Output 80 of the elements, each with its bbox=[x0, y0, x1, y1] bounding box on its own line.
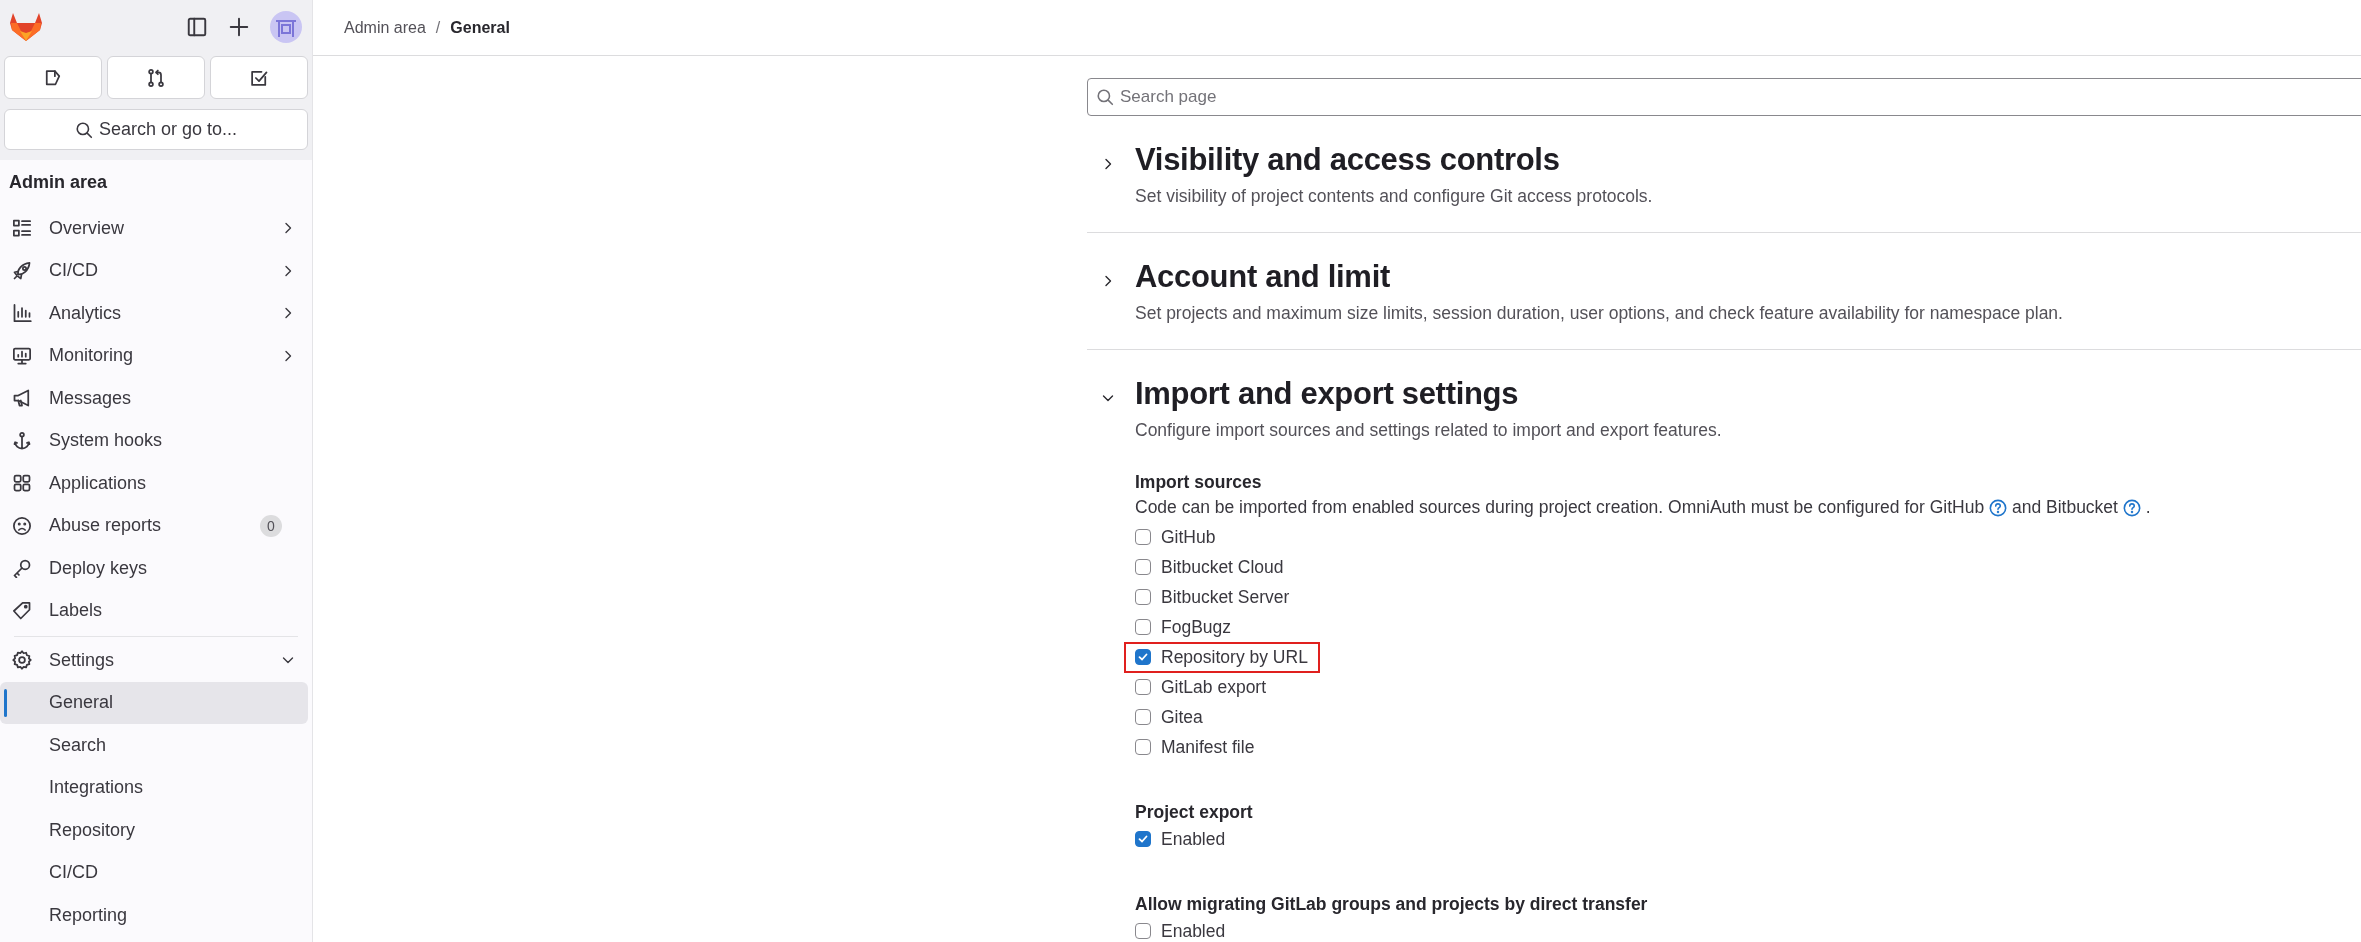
checkbox-label[interactable]: Bitbucket Cloud bbox=[1161, 556, 1284, 578]
nav-item[interactable]: Monitoring bbox=[0, 334, 312, 377]
merge-request-icon bbox=[146, 67, 166, 88]
checkbox[interactable] bbox=[1135, 923, 1151, 939]
checkbox[interactable] bbox=[1135, 709, 1151, 725]
group-title: Import sources bbox=[1135, 471, 1263, 494]
nav-item[interactable]: Search bbox=[0, 724, 308, 767]
nav-item[interactable]: Analytics bbox=[0, 292, 312, 335]
checkbox[interactable] bbox=[1135, 529, 1151, 545]
grid-list-icon bbox=[12, 218, 32, 239]
search-icon bbox=[1096, 88, 1114, 106]
nav-item[interactable]: CI/CD bbox=[0, 249, 312, 292]
section-title: Account and limit bbox=[1135, 258, 1391, 296]
nav-item[interactable]: Applications bbox=[0, 462, 312, 505]
gear-icon bbox=[12, 650, 32, 671]
rocket-icon bbox=[12, 260, 32, 281]
search-icon bbox=[74, 120, 93, 139]
checkbox-label[interactable]: Enabled bbox=[1161, 828, 1226, 850]
nav-item[interactable]: Integrations bbox=[0, 766, 308, 809]
checkbox-label[interactable]: GitHub bbox=[1161, 526, 1216, 548]
nav-item[interactable]: Messages bbox=[0, 377, 312, 420]
merge-requests-button[interactable] bbox=[107, 56, 205, 99]
checkbox[interactable] bbox=[1135, 619, 1151, 635]
nav-item[interactable]: Repository bbox=[0, 809, 308, 852]
count-badge: 0 bbox=[260, 514, 282, 537]
sidebar-toggle-icon bbox=[186, 16, 208, 38]
checkbox[interactable] bbox=[1135, 739, 1151, 755]
group-title: Project export bbox=[1135, 801, 1254, 824]
breadcrumb-separator: / bbox=[435, 18, 441, 37]
nav-item[interactable]: Labels bbox=[0, 589, 312, 632]
issues-button[interactable] bbox=[4, 56, 102, 99]
todo-button[interactable] bbox=[210, 56, 308, 99]
breadcrumb-link[interactable]: General bbox=[450, 18, 510, 37]
checkbox[interactable] bbox=[1135, 649, 1151, 665]
checkbox-label[interactable]: Gitea bbox=[1161, 706, 1203, 728]
apps-grid-icon bbox=[12, 473, 32, 494]
sidebar-title: Admin area bbox=[8, 171, 109, 194]
search-field[interactable]: Search page bbox=[1087, 78, 2361, 116]
nav-item[interactable]: Settings bbox=[0, 639, 312, 682]
nav-item[interactable]: Overview bbox=[0, 207, 312, 250]
group-description: Code can be imported from enabled sources during project creation. OmniAuth must be configured for GitHub and Bitbucket . bbox=[1135, 496, 2152, 519]
section-title: Import and export settings bbox=[1135, 375, 1520, 413]
checkbox-label[interactable]: Enabled bbox=[1161, 920, 1226, 942]
nav-item[interactable]: Abuse reports 0 bbox=[0, 504, 312, 547]
nav-item[interactable]: CI/CD bbox=[0, 851, 308, 894]
check-icon bbox=[1137, 833, 1149, 845]
checkbox[interactable] bbox=[1135, 559, 1151, 575]
nav-item[interactable]: System hooks bbox=[0, 419, 312, 462]
checkbox-label[interactable]: Repository by URL bbox=[1161, 646, 1308, 668]
help-icon[interactable] bbox=[2122, 499, 2141, 517]
nav-item[interactable]: General bbox=[0, 681, 308, 724]
search-button[interactable]: Search or go to... bbox=[4, 109, 308, 150]
tag-icon bbox=[12, 600, 32, 621]
key-icon bbox=[12, 558, 32, 579]
checkbox[interactable] bbox=[1135, 679, 1151, 695]
checkbox-label[interactable]: Bitbucket Server bbox=[1161, 586, 1290, 608]
nav-item[interactable]: Deploy keys bbox=[0, 547, 312, 590]
plus-icon bbox=[228, 16, 250, 38]
nav-item[interactable]: Reporting bbox=[0, 894, 308, 937]
checkbox[interactable] bbox=[1135, 831, 1151, 847]
checkbox-label[interactable]: Manifest file bbox=[1161, 736, 1255, 758]
checkbox-label[interactable]: GitLab export bbox=[1161, 676, 1267, 698]
help-icon[interactable] bbox=[1989, 499, 2008, 517]
anchor-icon bbox=[12, 430, 32, 451]
bar-chart-icon bbox=[12, 303, 32, 324]
section-description: Set visibility of project contents and configure Git access protocols. bbox=[1135, 185, 1653, 208]
section-title: Visibility and access controls bbox=[1135, 141, 1561, 179]
section-description: Configure import sources and settings related to import and export features. bbox=[1135, 419, 1722, 442]
document-icon bbox=[43, 67, 63, 88]
section-description: Set projects and maximum size limits, session duration, user options, and check feature availability for namespace plan. bbox=[1135, 302, 2063, 325]
group-title: Allow migrating GitLab groups and projects by direct transfer bbox=[1135, 893, 1649, 916]
check-icon bbox=[1137, 651, 1149, 663]
breadcrumb-link[interactable]: Admin area bbox=[344, 18, 426, 37]
monitor-icon bbox=[12, 345, 32, 366]
checkbox[interactable] bbox=[1135, 589, 1151, 605]
sad-face-icon bbox=[12, 515, 32, 536]
megaphone-icon bbox=[12, 388, 32, 409]
logo-icon bbox=[10, 12, 42, 42]
checkbox-label[interactable]: FogBugz bbox=[1161, 616, 1232, 638]
avatar-icon[interactable] bbox=[270, 11, 302, 43]
